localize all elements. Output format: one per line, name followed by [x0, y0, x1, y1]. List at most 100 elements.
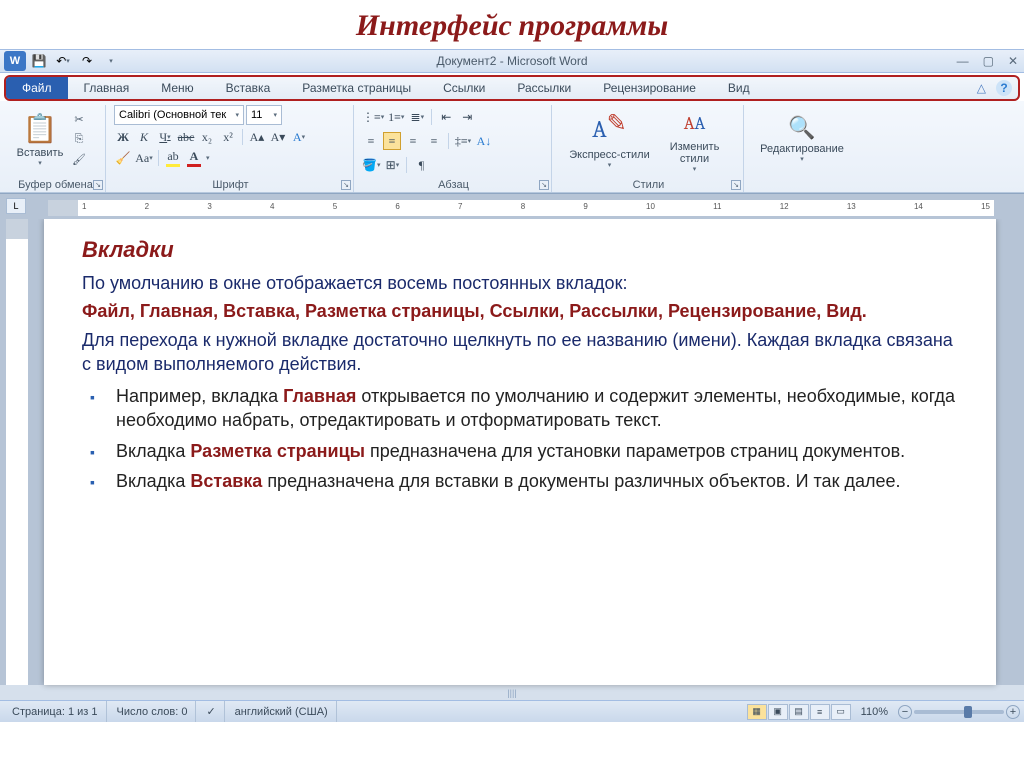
minimize-icon[interactable]: —: [957, 54, 969, 68]
clear-format-icon[interactable]: 🧹: [114, 149, 132, 167]
ruler-vertical[interactable]: [6, 219, 28, 685]
bold-button[interactable]: Ж: [114, 128, 132, 146]
strike-button[interactable]: abc: [177, 128, 195, 146]
zoom-in-icon[interactable]: +: [1006, 705, 1020, 719]
quick-access-toolbar: W 💾 ↶▾ ↷ ▾: [4, 51, 122, 71]
tab-review[interactable]: Рецензирование: [587, 77, 712, 99]
font-launcher-icon[interactable]: ↘: [341, 180, 351, 190]
underline-button[interactable]: Ч▾: [156, 128, 174, 146]
editing-label: Редактирование: [760, 143, 844, 155]
copy-icon[interactable]: ⎘: [68, 130, 90, 148]
styles-launcher-icon[interactable]: ↘: [731, 180, 741, 190]
font-name-select[interactable]: Calibri (Основной тек▾: [114, 105, 244, 125]
cut-icon[interactable]: ✂: [68, 110, 90, 128]
quick-styles-button[interactable]: A✎ Экспресс-стили▾: [568, 105, 652, 173]
multilevel-icon[interactable]: ≣▾: [408, 108, 426, 126]
ruler-horizontal[interactable]: 123456789101112131415: [48, 200, 994, 216]
doc-intro-line: По умолчанию в окне отображается восемь …: [82, 271, 958, 295]
change-styles-button[interactable]: AA Изменить стили▾: [660, 105, 730, 173]
tab-home[interactable]: Главная: [68, 77, 146, 99]
ribbon: 📋 Вставить ▾ ✂ ⎘ 🖌 Буфер обмена ↘ Calibr…: [0, 101, 1024, 193]
tab-menu[interactable]: Меню: [145, 77, 209, 99]
help-icon[interactable]: ?: [996, 80, 1012, 96]
tab-references[interactable]: Ссылки: [427, 77, 501, 99]
paste-label: Вставить: [17, 147, 64, 159]
line-spacing-icon[interactable]: ‡≡▾: [454, 132, 472, 150]
subscript-button[interactable]: x₂: [198, 128, 216, 146]
tab-insert[interactable]: Вставка: [210, 77, 287, 99]
zoom-level[interactable]: 110%: [853, 706, 896, 718]
tab-file[interactable]: Файл: [6, 77, 68, 99]
clipboard-launcher-icon[interactable]: ↘: [93, 180, 103, 190]
redo-icon[interactable]: ↷: [76, 51, 98, 71]
status-spellcheck[interactable]: ✓: [198, 701, 224, 722]
status-page[interactable]: Страница: 1 из 1: [4, 701, 107, 722]
doc-p2: Для перехода к нужной вкладке достаточно…: [82, 328, 958, 377]
close-icon[interactable]: ✕: [1008, 54, 1018, 68]
group-font-label: Шрифт: [108, 178, 353, 192]
undo-icon[interactable]: ↶▾: [52, 51, 74, 71]
align-left-icon[interactable]: ≡: [362, 132, 380, 150]
tab-mailings[interactable]: Рассылки: [501, 77, 587, 99]
ribbon-minimize-icon[interactable]: △: [977, 81, 986, 95]
paragraph-launcher-icon[interactable]: ↘: [539, 180, 549, 190]
align-center-icon[interactable]: ≡: [383, 132, 401, 150]
quick-styles-icon: A✎: [590, 109, 630, 149]
format-painter-icon[interactable]: 🖌: [68, 150, 90, 168]
font-color-dropdown-icon[interactable]: ▾: [206, 154, 210, 162]
view-outline-icon[interactable]: ≡: [810, 704, 830, 720]
editing-button[interactable]: 🔍 Редактирование▾: [752, 105, 852, 173]
change-case-icon[interactable]: Aa▾: [135, 149, 153, 167]
qat-customize-icon[interactable]: ▾: [100, 51, 122, 71]
justify-icon[interactable]: ≡: [425, 132, 443, 150]
view-buttons: ▦ ▣ ▤ ≡ ▭: [747, 704, 851, 720]
superscript-button[interactable]: x²: [219, 128, 237, 146]
doc-heading: Вкладки: [82, 237, 958, 263]
find-icon: 🔍: [788, 115, 815, 141]
dec-indent-icon[interactable]: ⇤: [437, 108, 455, 126]
save-icon[interactable]: 💾: [28, 51, 50, 71]
show-marks-icon[interactable]: ¶: [412, 156, 430, 174]
italic-button[interactable]: К: [135, 128, 153, 146]
font-size-select[interactable]: 11▾: [246, 105, 282, 125]
view-fullscreen-icon[interactable]: ▣: [768, 704, 788, 720]
view-web-icon[interactable]: ▤: [789, 704, 809, 720]
font-color-icon[interactable]: A: [185, 149, 203, 167]
ruler-horizontal-area: L 123456789101112131415: [0, 193, 1024, 219]
align-right-icon[interactable]: ≡: [404, 132, 422, 150]
tab-selector-icon[interactable]: L: [6, 198, 26, 214]
split-handle[interactable]: ||||: [0, 685, 1024, 700]
change-styles-icon: AA: [675, 105, 715, 141]
tab-layout[interactable]: Разметка страницы: [286, 77, 427, 99]
zoom-slider-thumb[interactable]: [964, 706, 972, 718]
quick-styles-label: Экспресс-стили: [569, 149, 649, 161]
word-logo-icon[interactable]: W: [4, 51, 26, 71]
zoom-slider[interactable]: [914, 710, 1004, 714]
title-bar: W 💾 ↶▾ ↷ ▾ Документ2 - Microsoft Word — …: [0, 49, 1024, 73]
grow-font-icon[interactable]: A▴: [248, 128, 266, 146]
status-language[interactable]: английский (США): [227, 701, 337, 722]
view-draft-icon[interactable]: ▭: [831, 704, 851, 720]
shading-icon[interactable]: 🪣▾: [362, 156, 380, 174]
bullets-icon[interactable]: ⋮≡▾: [362, 108, 384, 126]
ribbon-tabs: Файл Главная Меню Вставка Разметка стран…: [4, 75, 1020, 101]
maximize-icon[interactable]: ▢: [983, 54, 994, 68]
status-word-count[interactable]: Число слов: 0: [109, 701, 197, 722]
list-item: Вкладка Разметка страницы предназначена …: [112, 439, 958, 463]
group-clipboard: 📋 Вставить ▾ ✂ ⎘ 🖌 Буфер обмена ↘: [6, 105, 106, 192]
document-page[interactable]: Вкладки По умолчанию в окне отображается…: [44, 219, 996, 685]
list-item: Вкладка Вставка предназначена для вставк…: [112, 469, 958, 493]
paste-button[interactable]: 📋 Вставить ▾: [12, 105, 68, 173]
tab-view[interactable]: Вид: [712, 77, 766, 99]
inc-indent-icon[interactable]: ⇥: [458, 108, 476, 126]
document-area: Вкладки По умолчанию в окне отображается…: [0, 219, 1024, 685]
text-effects-icon[interactable]: A▾: [290, 128, 308, 146]
group-paragraph: ⋮≡▾ 1≡▾ ≣▾ ⇤ ⇥ ≡ ≡ ≡ ≡ ‡≡▾ A↓ 🪣▾ ⊞▾ ¶: [356, 105, 552, 192]
numbering-icon[interactable]: 1≡▾: [387, 108, 405, 126]
view-print-layout-icon[interactable]: ▦: [747, 704, 767, 720]
highlight-icon[interactable]: ab: [164, 149, 182, 167]
borders-icon[interactable]: ⊞▾: [383, 156, 401, 174]
sort-icon[interactable]: A↓: [475, 132, 493, 150]
zoom-out-icon[interactable]: −: [898, 705, 912, 719]
shrink-font-icon[interactable]: A▾: [269, 128, 287, 146]
